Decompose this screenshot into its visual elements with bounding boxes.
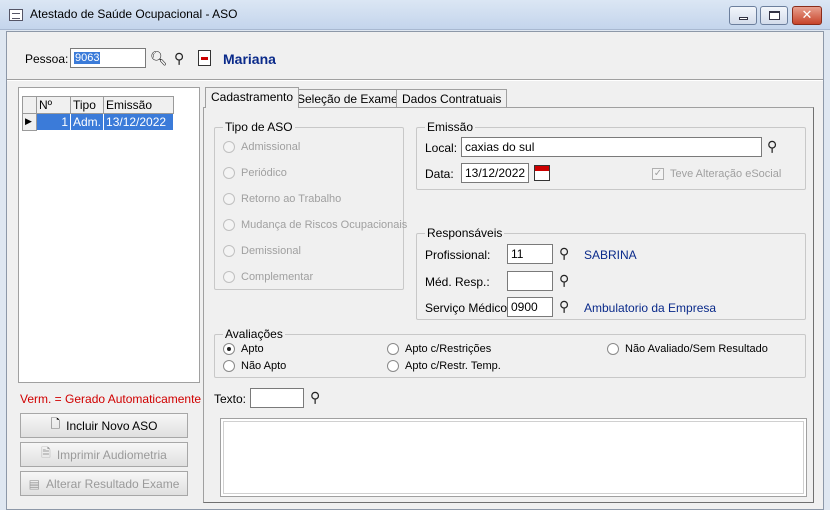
medico-search-icon[interactable]: ⚲ <box>559 273 575 289</box>
emissao-group: Emissão Local: caxias do sul ⚲ Data: 13/… <box>416 120 806 190</box>
tab-page: Tipo de ASO Admissional Periódico Retorn… <box>203 107 814 503</box>
tab-cadastramento[interactable]: Cadastramento <box>205 87 300 108</box>
data-label: Data: <box>425 167 454 181</box>
local-label: Local: <box>425 141 458 155</box>
texto-search-icon[interactable]: ⚲ <box>310 390 326 406</box>
cell-num: 1 <box>36 113 71 131</box>
texto-label: Texto: <box>214 392 247 406</box>
incluir-novo-aso-button[interactable]: 🗋 Incluir Novo ASO <box>20 413 188 438</box>
radio-apto-restricoes[interactable]: Apto c/Restrições <box>387 343 491 355</box>
radio-admissional[interactable]: Admissional <box>223 141 300 153</box>
pessoa-code-value: 9063 <box>74 52 101 64</box>
minimize-icon <box>739 17 748 20</box>
medico-input[interactable] <box>507 271 553 291</box>
servico-label: Serviço Médico: <box>425 301 511 315</box>
profissional-search-icon[interactable]: ⚲ <box>559 246 575 262</box>
imprimir-audiometria-button[interactable]: 🗎 Imprimir Audiometria <box>20 442 188 467</box>
maximize-button[interactable] <box>760 6 788 25</box>
local-search-icon[interactable]: ⚲ <box>767 139 783 155</box>
profissional-input[interactable]: 11 <box>507 244 553 264</box>
title-bar: Atestado de Saúde Ocupacional - ASO ✕ <box>0 0 830 30</box>
incluir-label: Incluir Novo ASO <box>66 418 158 433</box>
close-button[interactable]: ✕ <box>792 6 822 25</box>
divider <box>7 79 823 81</box>
servico-input[interactable]: 0900 <box>507 297 553 317</box>
close-icon: ✕ <box>801 8 813 23</box>
radio-complementar[interactable]: Complementar <box>223 271 313 283</box>
radio-periodico[interactable]: Periódico <box>223 167 287 179</box>
responsaveis-group: Responsáveis Profissional: 11 ⚲ SABRINA … <box>416 226 806 320</box>
pessoa-name: Mariana <box>223 51 276 67</box>
document-icon[interactable] <box>198 50 211 66</box>
radio-mudanca-riscos[interactable]: Mudança de Riscos Ocupacionais <box>223 219 407 231</box>
servico-search-icon[interactable]: ⚲ <box>559 299 575 315</box>
cell-tipo: Adm. <box>69 113 105 131</box>
row-header-corner <box>22 96 37 114</box>
tab-selecao-exames[interactable]: Seleção de Exames <box>291 89 410 108</box>
cell-emissao: 13/12/2022 <box>103 113 175 131</box>
app-icon <box>9 9 23 21</box>
esocial-label: Teve Alteração eSocial <box>670 168 782 180</box>
pessoa-label: Pessoa: <box>25 52 69 66</box>
esocial-checkbox[interactable]: ✓ Teve Alteração eSocial <box>652 168 781 180</box>
profissional-name: SABRINA <box>584 248 637 262</box>
local-input[interactable]: caxias do sul <box>461 137 762 157</box>
tab-dados-contratuais[interactable]: Dados Contratuais <box>396 89 508 108</box>
radio-apto-restr-temp[interactable]: Apto c/Restr. Temp. <box>387 360 501 372</box>
texto-code-input[interactable] <box>250 388 304 408</box>
minimize-button[interactable] <box>729 6 757 25</box>
auto-generated-legend: Verm. = Gerado Automaticamente <box>20 392 202 406</box>
aso-list[interactable]: Nº Tipo Emissão ▶ 1 Adm. 13/12/2022 <box>18 87 200 383</box>
col-tipo: Tipo <box>69 96 105 114</box>
medico-label: Méd. Resp.: <box>425 275 490 289</box>
person-search-icon[interactable]: 🔍︎ <box>150 51 168 67</box>
alterar-resultado-button[interactable]: ▤ Alterar Resultado Exame <box>20 471 188 496</box>
row-pointer-icon: ▶ <box>22 113 37 131</box>
checkmark-icon: ✓ <box>652 168 664 180</box>
col-emissao: Emissão <box>103 96 175 114</box>
pessoa-code-input[interactable]: 9063 <box>70 48 146 68</box>
tipo-aso-group: Tipo de ASO Admissional Periódico Retorn… <box>214 120 407 290</box>
emissao-title: Emissão <box>425 120 476 134</box>
radio-nao-apto[interactable]: Não Apto <box>223 360 286 372</box>
col-num: Nº <box>36 96 71 114</box>
profissional-label: Profissional: <box>425 248 491 262</box>
window-client: Pessoa: 9063 🔍︎ ⚲ Mariana Nº Tipo Emissã… <box>6 31 824 510</box>
data-input[interactable]: 13/12/2022 <box>461 163 529 183</box>
alterar-label: Alterar Resultado Exame <box>45 476 180 491</box>
print-preview-icon: 🗎 <box>41 446 51 460</box>
tipo-aso-title: Tipo de ASO <box>223 120 295 134</box>
radio-apto[interactable]: Apto <box>223 343 264 355</box>
calendar-icon[interactable] <box>534 165 550 181</box>
texto-textarea[interactable] <box>220 418 807 497</box>
radio-demissional[interactable]: Demissional <box>223 245 301 257</box>
radio-nao-avaliado[interactable]: Não Avaliado/Sem Resultado <box>607 343 768 355</box>
imprimir-label: Imprimir Audiometria <box>56 447 167 462</box>
responsaveis-title: Responsáveis <box>425 226 505 240</box>
new-document-icon: 🗋 <box>50 417 61 431</box>
search-icon[interactable]: ⚲ <box>174 51 190 67</box>
window-title: Atestado de Saúde Ocupacional - ASO <box>30 7 238 21</box>
edit-list-icon: ▤ <box>28 476 40 491</box>
maximize-icon <box>769 11 780 20</box>
avaliacoes-title: Avaliações <box>223 327 285 341</box>
table-row[interactable]: ▶ 1 Adm. 13/12/2022 <box>22 113 175 131</box>
servico-name: Ambulatorio da Empresa <box>584 301 717 315</box>
aso-table: Nº Tipo Emissão ▶ 1 Adm. 13/12/2022 <box>22 96 175 131</box>
radio-retorno-trabalho[interactable]: Retorno ao Trabalho <box>223 193 341 205</box>
avaliacoes-group: Avaliações Apto Apto c/Restrições Não Av… <box>214 327 806 378</box>
